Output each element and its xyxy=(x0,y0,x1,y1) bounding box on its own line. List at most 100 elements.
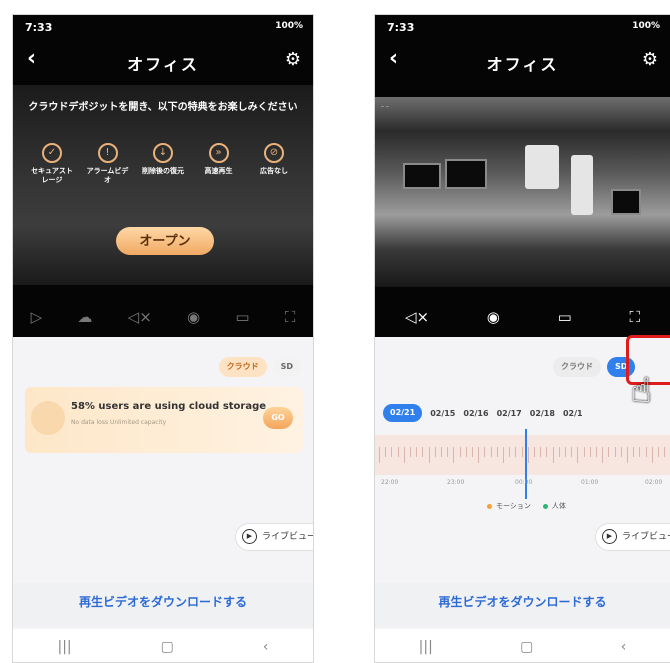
timeline-tick xyxy=(422,447,424,457)
recents-icon[interactable]: ||| xyxy=(419,639,433,655)
date-chip-active[interactable]: 02/21 xyxy=(383,404,423,422)
feature-label: 高速再生 xyxy=(204,167,233,175)
feature-restore: ↓ 削除後の復元 xyxy=(142,143,184,185)
tab-cloud[interactable]: クラウド xyxy=(218,357,267,377)
go-button[interactable]: GO xyxy=(263,407,293,429)
timeline-tick xyxy=(465,447,467,457)
back-icon[interactable]: ‹ xyxy=(263,639,269,655)
mute-icon[interactable]: ◁× xyxy=(405,308,429,326)
camera-icon[interactable]: ◉ xyxy=(487,308,500,326)
gear-icon[interactable]: ⚙ xyxy=(285,49,301,70)
timeline-tick xyxy=(658,447,659,457)
date-item[interactable]: 02/18 xyxy=(530,409,555,418)
shield-icon: ✓ xyxy=(42,143,62,163)
motion-dot xyxy=(487,503,492,509)
feature-secure-storage: ✓ セキュアストレージ xyxy=(31,143,73,185)
fullscreen-icon[interactable]: ⛶ xyxy=(285,308,296,326)
date-item[interactable]: 02/15 xyxy=(430,409,455,418)
record-icon[interactable]: ▭ xyxy=(235,308,249,326)
recents-icon[interactable]: ||| xyxy=(58,639,72,655)
live-view-button[interactable]: ▶ ライブビュー xyxy=(595,523,670,551)
player-controls: ◁× ◉ ▭ ⛶ xyxy=(375,305,670,329)
alarm-icon: ! xyxy=(97,143,118,163)
status-time: 7:33 xyxy=(25,21,53,34)
timeline-tick xyxy=(521,447,523,457)
fast-forward-icon: » xyxy=(208,143,229,163)
timeline-tick xyxy=(385,447,387,457)
timeline-tick xyxy=(645,447,647,457)
timeline-tick xyxy=(515,447,517,457)
download-playback-link[interactable]: 再生ビデオをダウンロードする xyxy=(13,593,313,610)
legend-human: 人体 xyxy=(542,501,566,511)
timeline-tick xyxy=(651,447,653,463)
date-item[interactable]: 02/17 xyxy=(497,409,522,418)
legend-label: モーション xyxy=(496,502,531,510)
timeline-tick xyxy=(379,447,380,463)
feature-label: セキュアストレージ xyxy=(31,167,73,184)
fullscreen-icon[interactable]: ⛶ xyxy=(629,308,640,326)
live-view-label: ライブビュー xyxy=(262,532,314,542)
legend-label: 人体 xyxy=(551,502,566,510)
timeline-tick xyxy=(583,447,585,457)
timeline-tick xyxy=(540,447,542,457)
timeline-tick xyxy=(602,447,604,463)
record-icon[interactable]: ▭ xyxy=(558,308,572,326)
play-icon: ▶ xyxy=(602,529,617,544)
live-view-button[interactable]: ▶ ライブビュー xyxy=(235,523,314,551)
timeline-tick xyxy=(490,447,492,457)
timeline-tick xyxy=(484,447,486,457)
timeline-tick xyxy=(627,447,628,463)
download-playback-link[interactable]: 再生ビデオをダウンロードする xyxy=(375,593,670,610)
timeline-tick xyxy=(453,447,455,463)
timeline-tick xyxy=(577,447,579,463)
battery-indicator: 100% xyxy=(275,21,303,31)
timeline-tick xyxy=(459,447,461,457)
date-item[interactable]: 02/1 xyxy=(563,409,583,418)
legend-motion: モーション xyxy=(487,501,531,511)
timeline-tick xyxy=(620,447,622,457)
timeline-tick xyxy=(565,447,566,457)
timeline-tick xyxy=(509,447,511,457)
feature-no-ads: ⊘ 広告なし xyxy=(253,143,295,185)
timeline-tick xyxy=(397,447,399,457)
back-icon[interactable]: ‹ xyxy=(621,639,627,655)
window-shape xyxy=(525,145,559,189)
cloud-icon xyxy=(31,401,65,435)
playback-icon[interactable]: ▷ xyxy=(31,308,43,326)
home-icon[interactable]: ▢ xyxy=(520,639,533,655)
open-button[interactable]: オープン xyxy=(116,227,214,255)
feature-label: アラームビデオ xyxy=(86,167,129,184)
feature-fast-play: » 高速再生 xyxy=(198,143,240,185)
storage-tabs: クラウド SD xyxy=(553,357,636,377)
timeline-tick xyxy=(608,447,610,457)
app-header: ‹ オフィス ⚙ xyxy=(13,45,313,77)
phone-screen-right: 7:33 100% ‹ オフィス ⚙ – – ◁× ◉ ▭ ⛶ クラウド SD … xyxy=(374,14,670,663)
camera-icon[interactable]: ◉ xyxy=(187,308,200,326)
timeline-tick xyxy=(596,447,597,457)
date-item[interactable]: 02/16 xyxy=(463,409,488,418)
timeline-tick xyxy=(447,447,449,457)
timeline-tick xyxy=(639,447,641,457)
mute-icon[interactable]: ◁× xyxy=(128,308,152,326)
cloud-promo-overlay: クラウドデポジットを開き、以下の特典をお楽しみください ✓ セキュアストレージ … xyxy=(13,85,313,285)
home-icon[interactable]: ▢ xyxy=(161,639,174,655)
camera-feed[interactable]: – – xyxy=(375,97,670,287)
timeline-tick xyxy=(589,447,591,457)
timeline-tick xyxy=(410,447,411,457)
playback-timeline[interactable] xyxy=(375,429,670,499)
system-nav-bar: ||| ▢ ‹ xyxy=(375,629,670,662)
cloud-storage-card[interactable]: 58% users are using cloud storage No dat… xyxy=(25,387,303,453)
tab-sd[interactable]: SD xyxy=(272,357,301,377)
cloud-icon[interactable]: ☁ xyxy=(77,308,92,326)
app-header: ‹ オフィス ⚙ xyxy=(375,45,670,77)
timeline-tick xyxy=(416,447,418,457)
timeline-tick xyxy=(428,447,430,463)
window-shape xyxy=(571,155,593,215)
tab-cloud[interactable]: クラウド xyxy=(553,357,601,377)
restore-icon: ↓ xyxy=(153,143,173,163)
feature-list: ✓ セキュアストレージ ! アラームビデオ ↓ 削除後の復元 » 高速再生 ⊘ … xyxy=(31,143,295,185)
timeline-tick xyxy=(527,447,529,463)
time-labels: 22:00 23:00 00:00 01:00 02:00 xyxy=(375,479,670,491)
gear-icon[interactable]: ⚙ xyxy=(642,49,658,70)
timeline-tick xyxy=(558,447,560,457)
